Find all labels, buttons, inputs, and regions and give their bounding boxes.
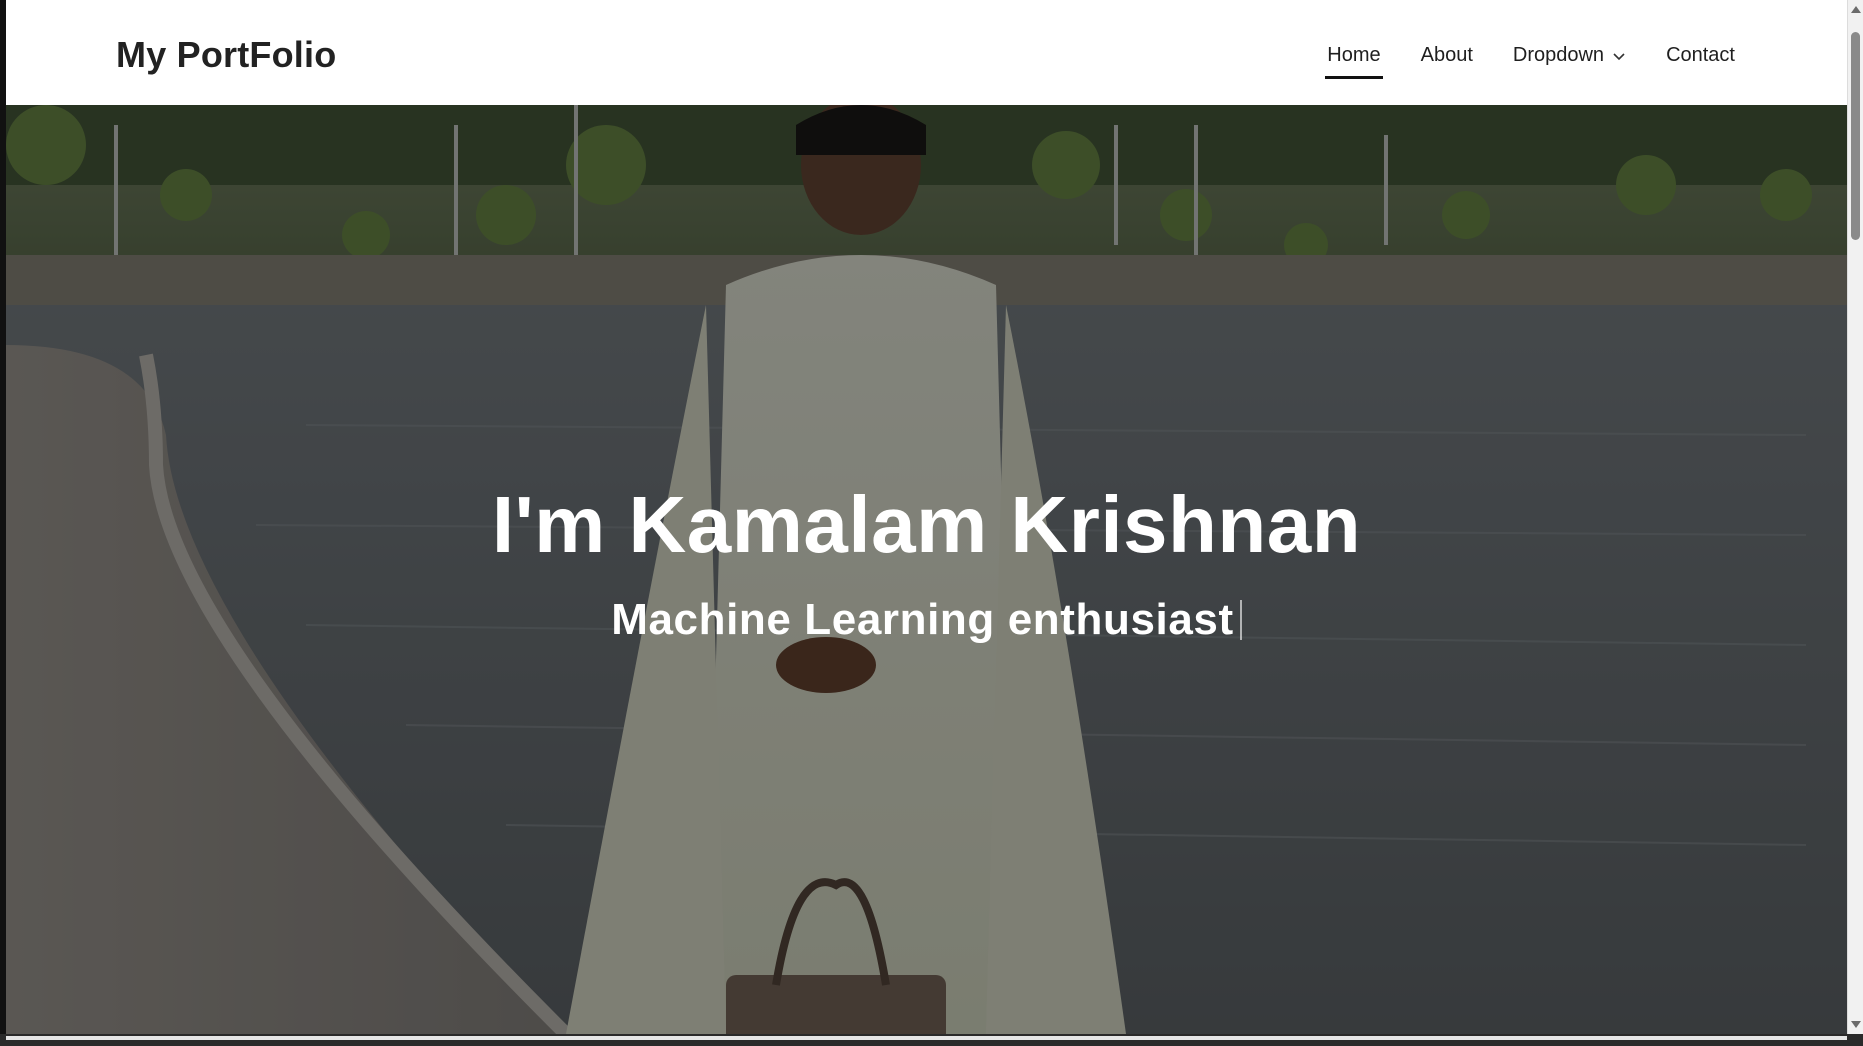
site-header: My PortFolio Home About Dropdown Contact xyxy=(6,0,1847,105)
scroll-up-arrow-icon[interactable] xyxy=(1851,6,1861,13)
typing-cursor xyxy=(1239,600,1242,640)
nav-about-label: About xyxy=(1420,44,1473,66)
vertical-scrollbar[interactable] xyxy=(1847,0,1863,1034)
site-logo[interactable]: My PortFolio xyxy=(116,34,336,76)
horizontal-scrollbar xyxy=(0,1034,1863,1046)
nav-contact[interactable]: Contact xyxy=(1666,44,1735,67)
chevron-down-icon xyxy=(1613,52,1625,60)
scroll-down-arrow-icon[interactable] xyxy=(1851,1021,1861,1028)
hero-subtitle: Machine Learning enthusiast xyxy=(611,595,1242,645)
hero-subtitle-text: Machine Learning enthusiast xyxy=(611,595,1234,644)
hero-title: I'm Kamalam Krishnan xyxy=(491,480,1362,569)
nav-about[interactable]: About xyxy=(1421,44,1473,67)
nav-dropdown[interactable]: Dropdown xyxy=(1513,44,1626,67)
nav-dropdown-label: Dropdown xyxy=(1512,44,1605,66)
scroll-thumb[interactable] xyxy=(1851,32,1860,240)
nav-contact-label: Contact xyxy=(1666,44,1735,66)
main-nav: Home About Dropdown Contact xyxy=(1325,44,1735,79)
nav-home-label: Home xyxy=(1327,44,1381,66)
nav-home[interactable]: Home xyxy=(1325,44,1384,79)
hero-content: I'm Kamalam Krishnan Machine Learning en… xyxy=(6,485,1847,645)
hero-section: I'm Kamalam Krishnan Machine Learning en… xyxy=(6,105,1847,1034)
browser-viewport: My PortFolio Home About Dropdown Contact xyxy=(6,0,1847,1034)
